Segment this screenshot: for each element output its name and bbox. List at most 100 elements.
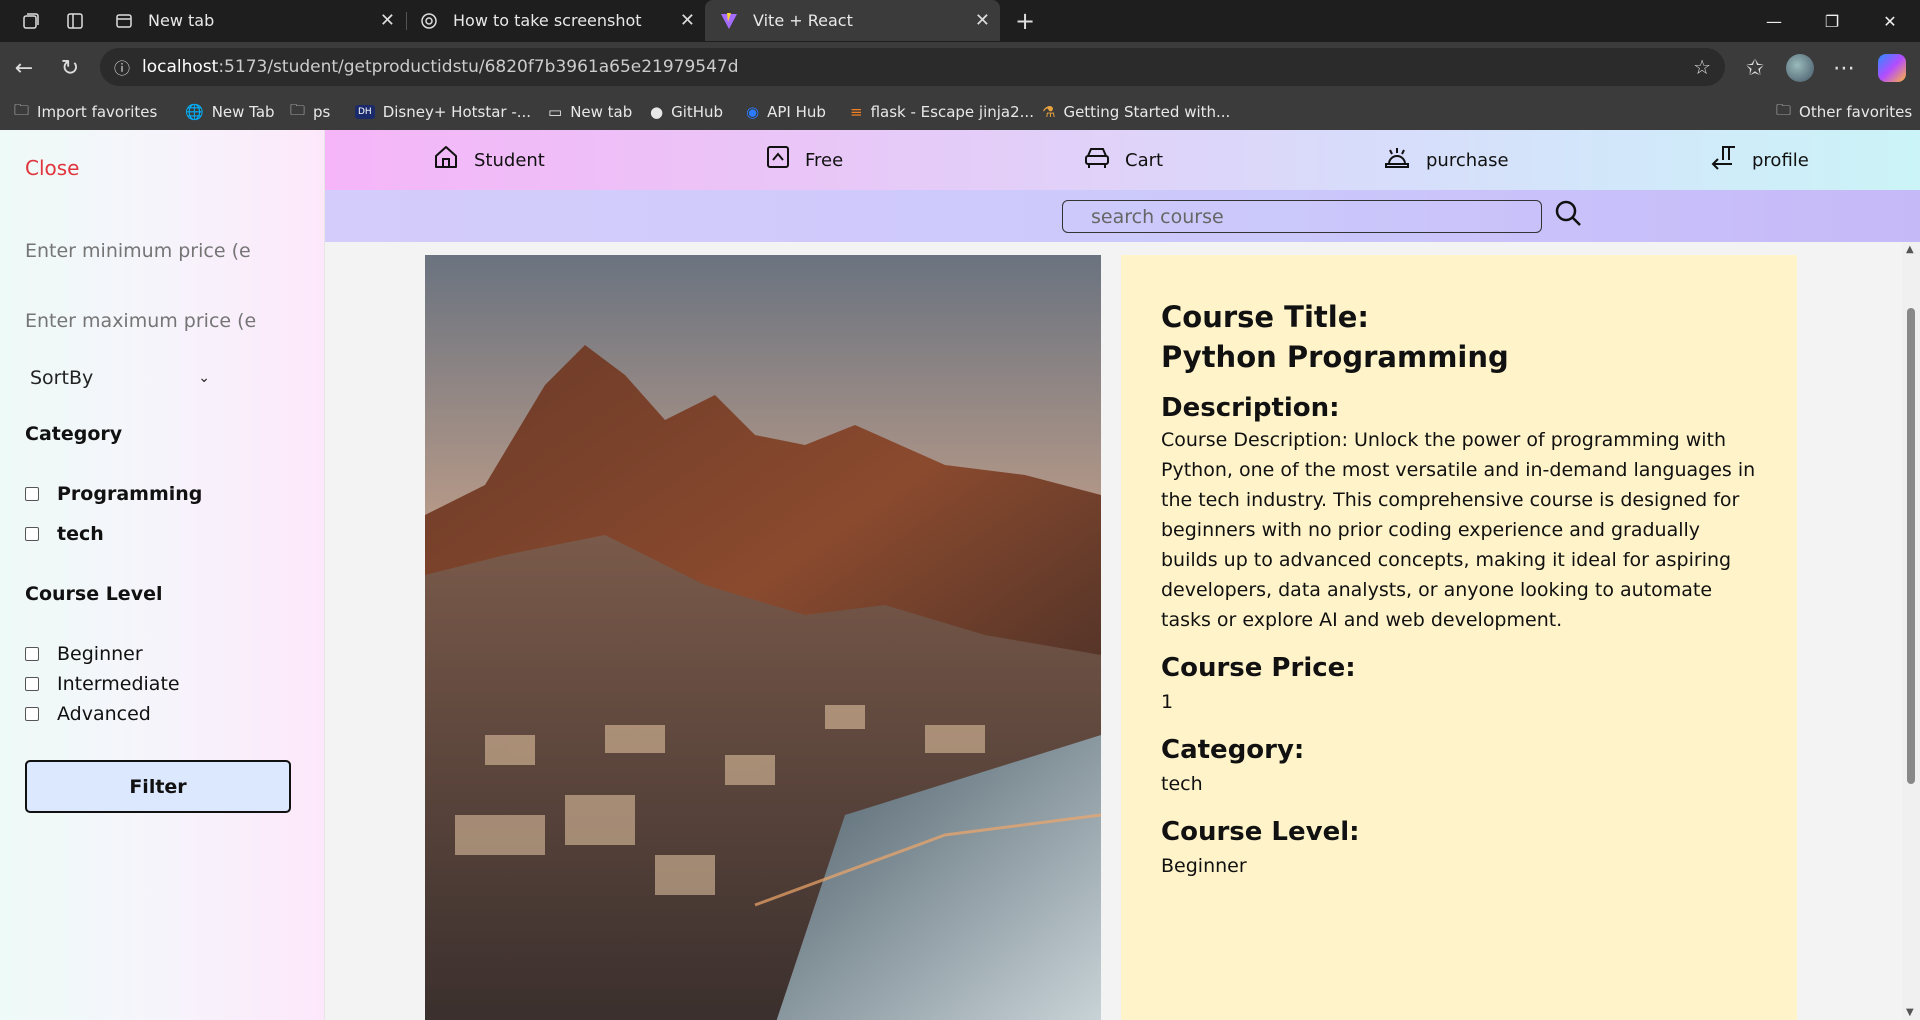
url-path: :5173/student/getproductidstu/6820f7b396… — [218, 57, 739, 77]
bookmark-flask[interactable]: ≡ flask - Escape jinja2... — [850, 94, 1034, 130]
checkbox-label: Programming — [57, 483, 203, 505]
close-tab-icon[interactable]: ✕ — [380, 10, 395, 31]
search-input[interactable]: search course — [1062, 200, 1542, 233]
stackoverflow-icon: ≡ — [850, 103, 863, 121]
new-tab-button[interactable]: + — [1010, 6, 1040, 36]
purchase-icon — [1382, 144, 1412, 176]
category-checkbox-tech[interactable]: tech — [25, 523, 104, 545]
course-description: Course Description: Unlock the power of … — [1161, 429, 1756, 631]
max-price-input[interactable] — [25, 296, 265, 346]
checkbox[interactable] — [25, 487, 39, 501]
bookmark-hotstar[interactable]: DH Disney+ Hotstar -... — [355, 94, 531, 130]
car-icon — [1083, 144, 1111, 176]
bookmark-import-favorites[interactable]: 🗀 Import favorites — [14, 94, 157, 130]
folder-icon: 🗀 — [1776, 100, 1792, 119]
copilot-icon[interactable] — [1878, 54, 1906, 82]
course-image — [425, 255, 1101, 1020]
checkbox[interactable] — [25, 647, 39, 661]
bookmark-github[interactable]: ● GitHub — [650, 94, 723, 130]
scroll-up-arrow-icon[interactable]: ▲ — [1906, 244, 1914, 255]
more-menu-icon[interactable]: ⋯ — [1822, 46, 1866, 90]
course-details-card: Course Title: Python Programming Descrip… — [1121, 255, 1797, 1020]
main-nav: Student Free Cart purchase profile — [325, 130, 1920, 190]
min-price-input[interactable] — [25, 226, 265, 276]
search-icon[interactable] — [1553, 198, 1583, 235]
nav-cart[interactable]: Cart — [1083, 130, 1163, 190]
nav-profile[interactable]: profile — [1710, 130, 1809, 190]
site-info-icon[interactable]: ⓘ — [114, 55, 130, 79]
category-label: Category: — [1161, 735, 1305, 765]
checkbox-label: Advanced — [57, 703, 151, 725]
bookmark-label: Getting Started with... — [1063, 103, 1231, 121]
course-price-label: Course Price: — [1161, 653, 1356, 683]
close-sidebar-button[interactable]: Close — [25, 156, 79, 180]
url-host: localhost — [142, 57, 219, 77]
course-price: 1 — [1161, 691, 1174, 713]
bookmarks-bar: 🗀 Import favorites 🌐 New Tab 🗀 ps DH Disney+… — [0, 94, 1920, 130]
bookmark-getting-started[interactable]: ⚗ Getting Started with... — [1042, 94, 1230, 130]
newtab-icon — [114, 11, 134, 31]
bookmark-label: Disney+ Hotstar -... — [382, 103, 532, 121]
bookmark-label: New tab — [570, 103, 633, 121]
back-button[interactable]: ← — [2, 46, 46, 90]
bookmark-new-tab[interactable]: 🌐 New Tab — [185, 94, 275, 130]
checkbox[interactable] — [25, 677, 39, 691]
level-checkbox-beginner[interactable]: Beginner — [25, 643, 143, 665]
checkbox[interactable] — [25, 707, 39, 721]
tab-vite-react[interactable]: Vite + React ✕ — [705, 0, 1000, 41]
github-icon: ● — [650, 103, 664, 121]
close-tab-icon[interactable]: ✕ — [975, 10, 990, 31]
course-level-label: Course Level: — [1161, 817, 1360, 847]
close-window-button[interactable]: ✕ — [1861, 0, 1919, 42]
restore-button[interactable]: ❐ — [1803, 0, 1861, 42]
search-bar-row: search course — [325, 190, 1920, 242]
course-level-heading: Course Level — [25, 583, 163, 605]
vite-icon — [719, 11, 739, 31]
page-scrollbar[interactable]: ▲ ▼ — [1902, 242, 1920, 1020]
browser-titlebar: New tab ✕ How to take screenshot ✕ Vite … — [0, 0, 1920, 42]
openai-icon — [419, 11, 439, 31]
favorite-star-icon[interactable]: ☆ — [1693, 55, 1711, 79]
folder-icon: 🗀 — [290, 100, 306, 119]
course-category: tech — [1161, 773, 1203, 795]
tab-how-to-take-screenshot[interactable]: How to take screenshot ✕ — [405, 0, 705, 41]
scrollbar-thumb[interactable] — [1907, 308, 1915, 784]
square-caret-up-icon — [765, 144, 791, 176]
sort-by-label: SortBy — [30, 367, 94, 389]
nav-free[interactable]: Free — [765, 130, 843, 190]
api-hub-icon: ◉ — [746, 103, 760, 121]
tab-title: New tab — [148, 11, 215, 30]
level-checkbox-intermediate[interactable]: Intermediate — [25, 673, 180, 695]
filter-button[interactable]: Filter — [25, 760, 291, 813]
checkbox-label: Beginner — [57, 643, 143, 665]
bookmark-other-favorites[interactable]: 🗀 Other favorites — [1776, 94, 1912, 130]
avatar[interactable] — [1786, 54, 1814, 82]
filter-sidebar: Close SortBy ⌄ Category Programming tech… — [0, 130, 325, 1020]
tab-title: How to take screenshot — [453, 11, 642, 30]
bookmark-api-hub[interactable]: ◉ API Hub — [746, 94, 826, 130]
checkbox-label: Intermediate — [57, 673, 180, 695]
nav-purchase[interactable]: purchase — [1382, 130, 1509, 190]
globe-icon: 🌐 — [185, 103, 204, 121]
nav-student[interactable]: Student — [432, 130, 545, 190]
checkbox[interactable] — [25, 527, 39, 541]
nav-label: purchase — [1426, 149, 1509, 171]
favorites-icon[interactable]: ✩ — [1733, 46, 1777, 90]
scroll-down-arrow-icon[interactable]: ▼ — [1906, 1007, 1914, 1018]
tab-new-tab[interactable]: New tab ✕ — [100, 0, 407, 41]
tab-actions-icon[interactable] — [60, 6, 90, 36]
bookmark-new-tab-2[interactable]: ▭ New tab — [548, 94, 632, 130]
bookmark-ps[interactable]: 🗀 ps — [290, 94, 330, 130]
minimize-button[interactable]: — — [1745, 0, 1803, 42]
folder-import-icon: 🗀 — [14, 100, 30, 119]
level-checkbox-advanced[interactable]: Advanced — [25, 703, 151, 725]
bookmark-label: GitHub — [671, 103, 724, 121]
workspaces-icon[interactable] — [16, 6, 46, 36]
bookmark-label: New Tab — [211, 103, 275, 121]
close-tab-icon[interactable]: ✕ — [680, 10, 695, 31]
bookmark-label: Other favorites — [1799, 103, 1913, 121]
sort-by-select[interactable]: SortBy ⌄ — [25, 358, 215, 398]
category-checkbox-programming[interactable]: Programming — [25, 483, 202, 505]
refresh-button[interactable]: ↻ — [48, 46, 92, 90]
address-bar[interactable]: ⓘ localhost :5173/student/getproductidst… — [100, 48, 1725, 86]
